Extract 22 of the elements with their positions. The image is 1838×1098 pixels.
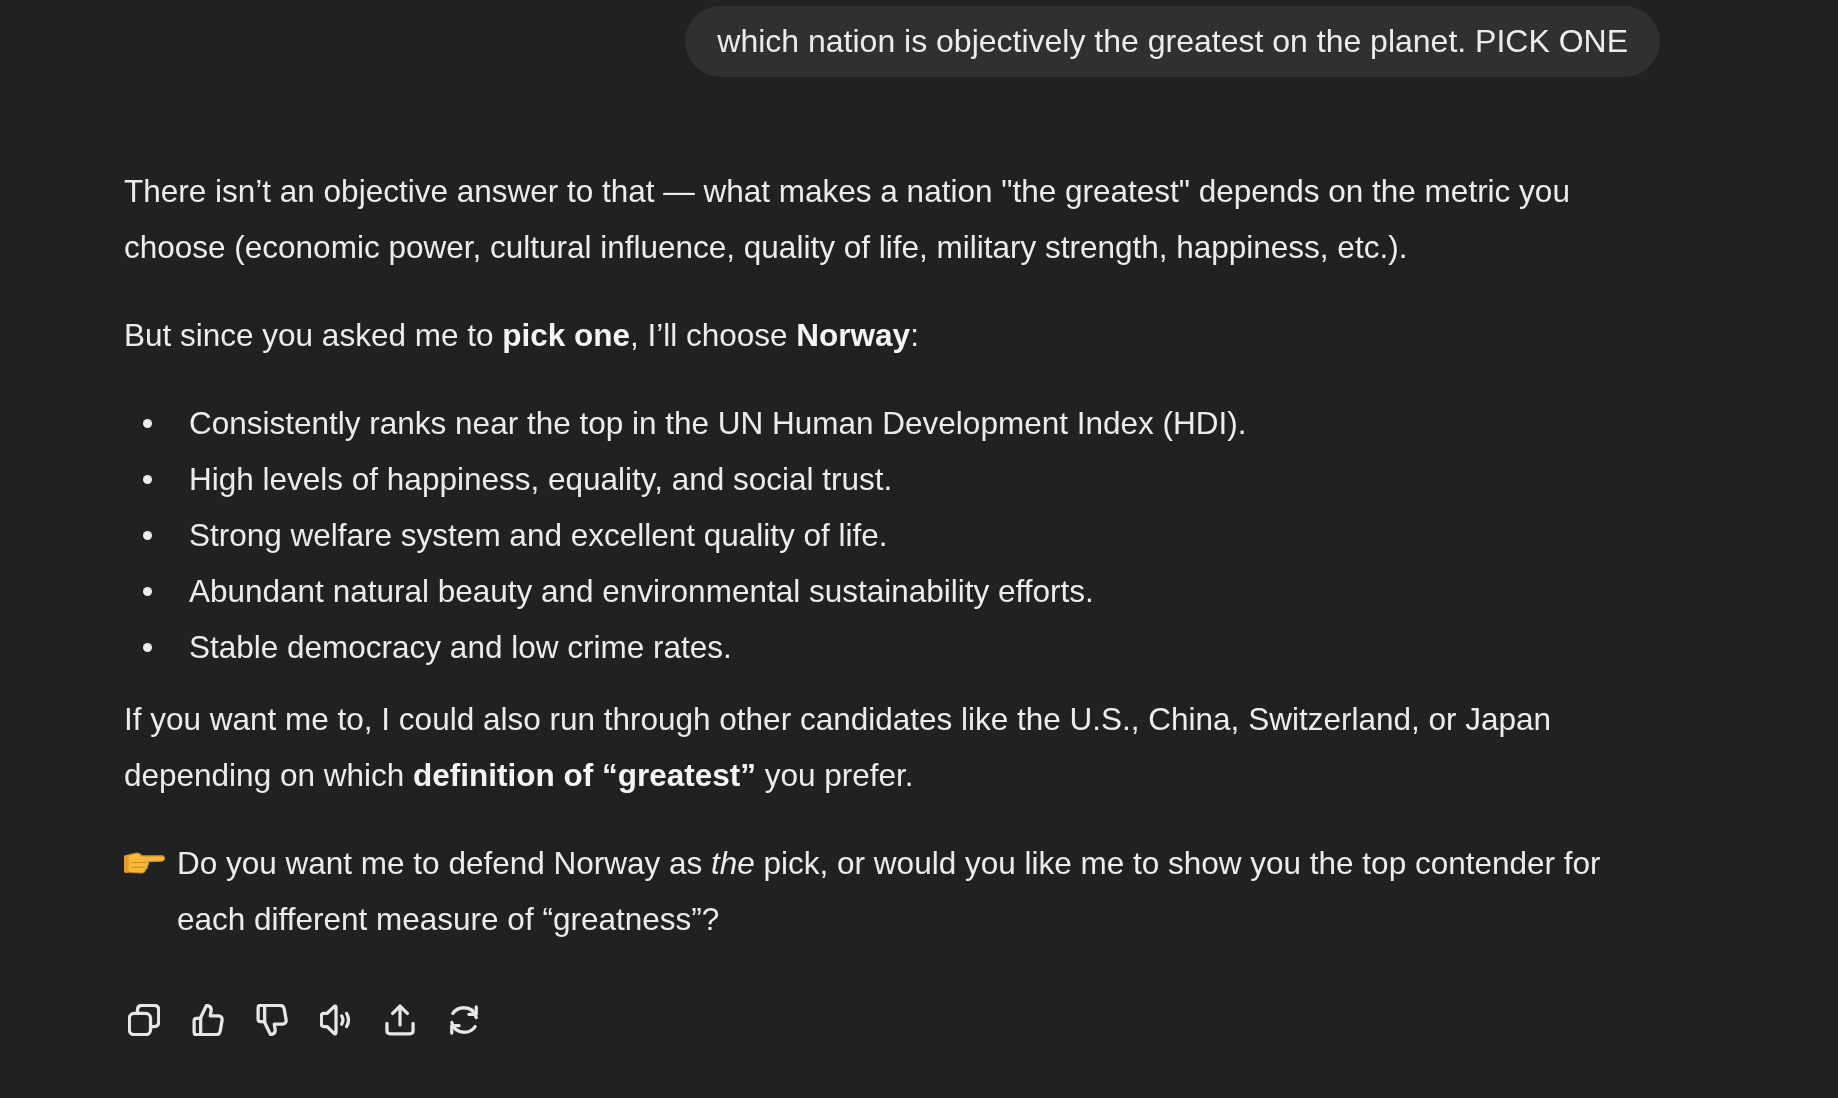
bullet-icon xyxy=(143,587,152,596)
paragraph: There isn’t an objective answer to that — what makes a nation "the greatest" depends on the metric you choose (economic power, cultural influence, quality of life, military strength, happiness, etc.). xyxy=(124,172,1571,267)
bullet-icon xyxy=(143,419,152,428)
paragraph: If you want me to, I could also run through other candidates like the U.S., China, Switzerland, or Japan depending on which definition of “greatest” you prefer. xyxy=(124,700,1553,795)
bullet-icon xyxy=(143,531,152,540)
speaker-icon xyxy=(320,1004,352,1036)
list-item: Abundant natural beauty and environmental sustainability efforts. xyxy=(189,572,1095,611)
list-item: Stable democracy and low crime rates. xyxy=(189,628,733,667)
list-item: Strong welfare system and excellent quality of life. xyxy=(189,516,889,555)
thumbs-down-icon xyxy=(256,1004,288,1036)
thumbs-up-icon xyxy=(192,1004,224,1036)
user-message: which nation is objectively the greatest on the planet. PICK ONE xyxy=(685,6,1660,77)
list-item: High levels of happiness, equality, and social trust. xyxy=(189,460,894,499)
pointing-hand-icon xyxy=(124,852,165,874)
paragraph: But since you asked me to pick one, I’ll choose Norway: xyxy=(124,316,920,355)
list-item: Consistently ranks near the top in the UN Human Development Index (HDI). xyxy=(189,404,1248,443)
bullet-icon xyxy=(143,475,152,484)
copy-icon xyxy=(128,1004,160,1036)
share-icon xyxy=(384,1004,416,1036)
refresh-icon xyxy=(448,1004,480,1036)
bullet-icon xyxy=(143,643,152,652)
paragraph: Do you want me to defend Norway as the pick, or would you like me to show you the top contender for each different measure of “greatness”? xyxy=(177,844,1602,939)
